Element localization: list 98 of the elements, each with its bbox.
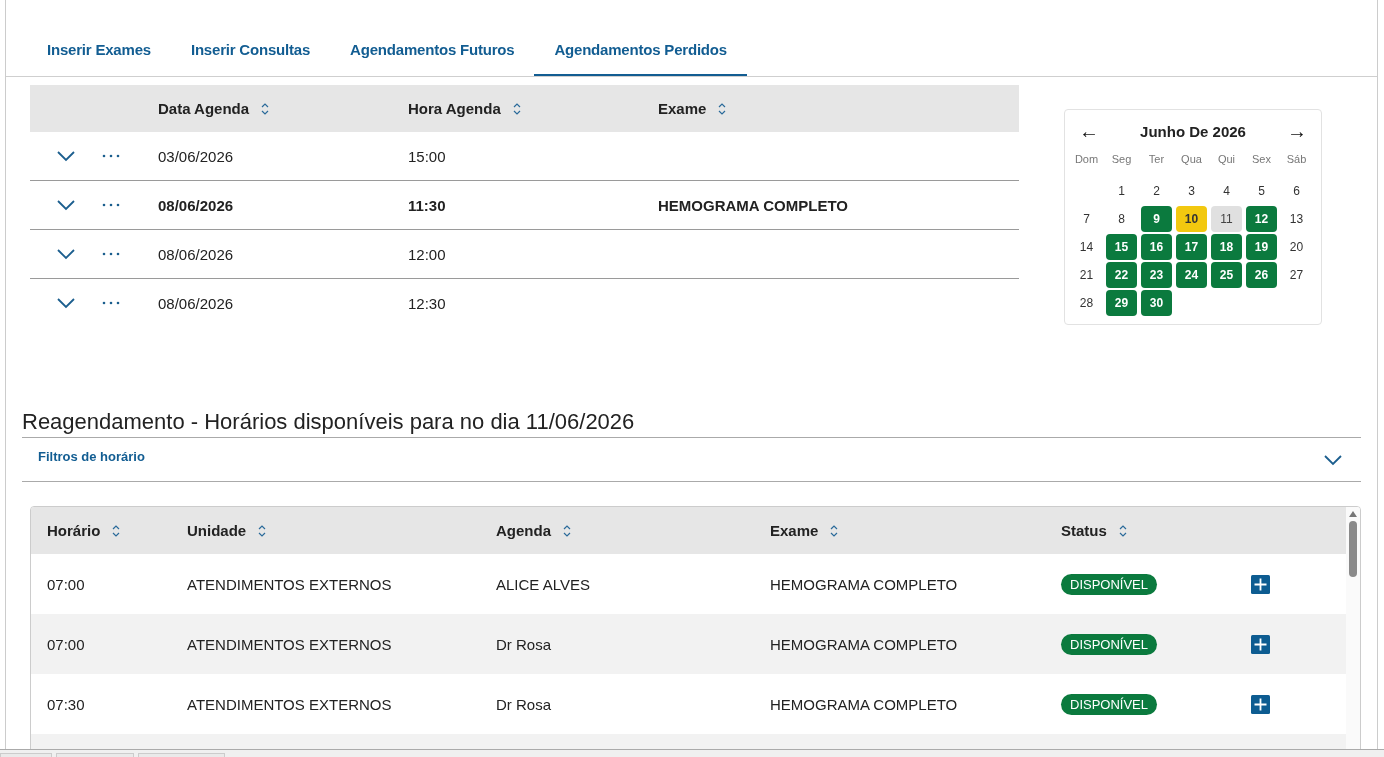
add-icon[interactable] <box>1251 574 1270 594</box>
calendar-day[interactable]: 10 <box>1176 206 1207 232</box>
column-header[interactable]: Status <box>1061 522 1107 539</box>
add-icon[interactable] <box>1251 634 1270 654</box>
chevron-icon[interactable] <box>1323 453 1343 466</box>
table-cell: ALICE ALVES <box>496 575 590 593</box>
calendar-day[interactable]: 18 <box>1211 234 1242 260</box>
scrollbar[interactable] <box>1346 507 1360 749</box>
table-cell: 12:30 <box>408 294 446 312</box>
calendar-day[interactable]: 29 <box>1106 290 1137 316</box>
calendar-day[interactable]: 24 <box>1176 262 1207 288</box>
calendar-day[interactable]: 9 <box>1141 206 1172 232</box>
calendar-day[interactable]: 20 <box>1281 234 1312 260</box>
table-cell: ATENDIMENTOS EXTERNOS <box>187 695 392 713</box>
table-cell: ATENDIMENTOS EXTERNOS <box>187 635 392 653</box>
calendar-day[interactable]: 22 <box>1106 262 1137 288</box>
calendar-day[interactable]: 17 <box>1176 234 1207 260</box>
table-cell: 08/06/2026 <box>158 245 234 263</box>
more-icon[interactable] <box>102 154 120 158</box>
sort-icon[interactable] <box>563 523 571 538</box>
filter-toggle[interactable]: Filtros de horário <box>38 449 145 464</box>
table-cell: Dr Rosa <box>496 635 551 653</box>
calendar-day[interactable]: 27 <box>1281 262 1312 288</box>
chevron-icon[interactable] <box>56 150 76 162</box>
column-header[interactable]: Horário <box>47 522 101 539</box>
month-title: Junho De 2026 <box>1140 123 1246 140</box>
calendar-day[interactable]: 13 <box>1281 206 1312 232</box>
calendar-day[interactable]: 19 <box>1246 234 1277 260</box>
sort-icon[interactable] <box>258 523 267 538</box>
calendar-day[interactable]: 8 <box>1106 206 1137 232</box>
sort-icon[interactable] <box>718 101 727 116</box>
table-cell: Dr Rosa <box>496 695 551 713</box>
table-cell: 08/06/2026 <box>158 196 234 214</box>
table-cell: 08/06/2026 <box>158 294 234 312</box>
calendar-day[interactable]: 26 <box>1246 262 1277 288</box>
table-cell: 07:00 <box>47 635 85 653</box>
calendar-day[interactable]: 30 <box>1141 290 1172 316</box>
chevron-icon[interactable] <box>56 199 76 211</box>
next-month-button[interactable]: → <box>1287 120 1307 143</box>
table-cell: 07:30 <box>47 695 85 713</box>
calendar-day[interactable]: 16 <box>1141 234 1172 260</box>
more-icon[interactable] <box>102 203 120 207</box>
status-badge: DISPONÍVEL <box>1061 573 1158 595</box>
weekday-label: Sex <box>1251 152 1272 167</box>
calendar-day[interactable]: 12 <box>1246 206 1277 232</box>
calendar-day[interactable]: 7 <box>1071 206 1102 232</box>
more-icon[interactable] <box>102 301 120 305</box>
calendar-day[interactable]: 3 <box>1176 178 1207 204</box>
sort-icon[interactable] <box>112 523 121 538</box>
weekday-label: Dom <box>1073 152 1100 167</box>
previous-month-button[interactable]: ← <box>1079 120 1099 143</box>
table-cell: HEMOGRAMA COMPLETO <box>770 575 958 593</box>
calendar-day[interactable]: 15 <box>1106 234 1137 260</box>
status-badge: DISPONÍVEL <box>1061 693 1158 715</box>
table-cell: 15:00 <box>408 147 446 165</box>
column-header[interactable]: Data Agenda <box>158 100 250 117</box>
section-title: Reagendamento - Horários disponíveis para no dia 11/06/2026 <box>22 407 1361 438</box>
calendar-day[interactable]: 28 <box>1071 290 1102 316</box>
table-cell: 11:30 <box>408 196 446 214</box>
table-cell: 12:00 <box>408 245 446 263</box>
more-icon[interactable] <box>102 252 120 256</box>
column-header[interactable]: Agenda <box>496 522 551 539</box>
tab[interactable]: Inserir Exames <box>27 27 171 76</box>
calendar-day[interactable]: 21 <box>1071 262 1102 288</box>
sort-icon[interactable] <box>512 101 521 116</box>
sort-icon[interactable] <box>830 523 839 538</box>
table-cell: ATENDIMENTOS EXTERNOS <box>187 575 392 593</box>
table-cell: 07:00 <box>47 575 85 593</box>
table-cell: HEMOGRAMA COMPLETO <box>770 635 958 653</box>
column-header[interactable]: Exame <box>770 522 819 539</box>
add-icon[interactable] <box>1251 694 1270 714</box>
weekday-label: Qua <box>1180 152 1203 167</box>
table-cell: 03/06/2026 <box>158 147 234 165</box>
calendar-day[interactable]: 2 <box>1141 178 1172 204</box>
calendar-day[interactable]: 4 <box>1211 178 1242 204</box>
tab[interactable]: Agendamentos Perdidos <box>534 27 747 76</box>
sort-icon[interactable] <box>1118 523 1127 538</box>
calendar-day[interactable]: 1 <box>1106 178 1137 204</box>
chevron-icon[interactable] <box>56 297 76 309</box>
weekday-label: Ter <box>1147 152 1166 167</box>
calendar-day[interactable]: 14 <box>1071 234 1102 260</box>
table-cell: HEMOGRAMA COMPLETO <box>770 695 958 713</box>
column-header[interactable]: Unidade <box>187 522 247 539</box>
weekday-label: Qui <box>1216 152 1237 167</box>
sort-icon[interactable] <box>261 101 270 116</box>
column-header[interactable]: Exame <box>658 100 707 117</box>
table-cell: HEMOGRAMA COMPLETO <box>658 196 848 214</box>
tab[interactable]: Agendamentos Futuros <box>330 27 535 76</box>
weekday-label: Seg <box>1110 152 1133 167</box>
chevron-icon[interactable] <box>56 248 76 260</box>
weekday-label: Sáb <box>1285 152 1308 167</box>
calendar-day[interactable]: 5 <box>1246 178 1277 204</box>
calendar-day[interactable]: 6 <box>1281 178 1312 204</box>
status-badge: DISPONÍVEL <box>1061 633 1158 655</box>
calendar-day[interactable]: 25 <box>1211 262 1242 288</box>
column-header[interactable]: Hora Agenda <box>408 100 501 117</box>
calendar-day[interactable]: 23 <box>1141 262 1172 288</box>
tab[interactable]: Inserir Consultas <box>170 27 331 76</box>
